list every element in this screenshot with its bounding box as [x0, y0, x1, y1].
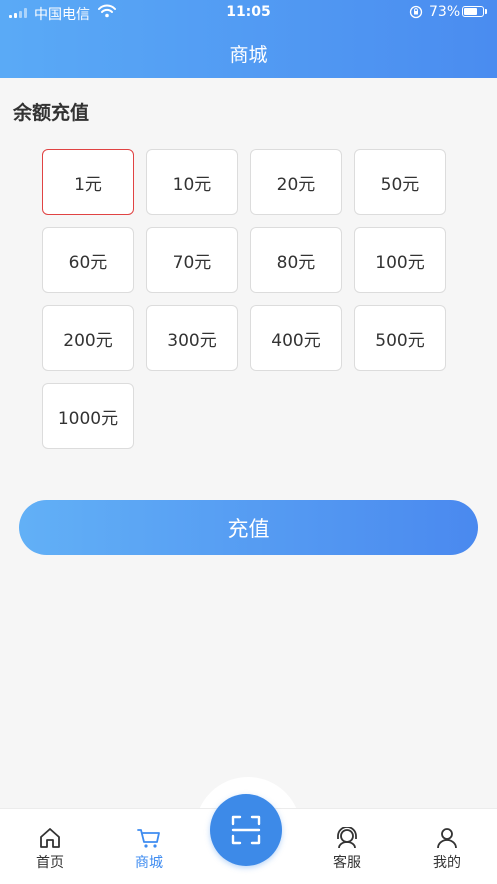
scan-button[interactable] [210, 794, 282, 866]
amount-option[interactable]: 1000元 [42, 383, 134, 449]
headset-icon [337, 827, 357, 849]
amount-option[interactable]: 300元 [146, 305, 238, 371]
tab-shop[interactable]: 商城 [99, 809, 199, 884]
page-title: 商城 [229, 44, 268, 66]
cart-icon [137, 829, 160, 848]
amount-option[interactable]: 60元 [42, 227, 134, 293]
amount-option[interactable]: 1元 [42, 149, 134, 215]
amount-option[interactable]: 80元 [250, 227, 342, 293]
battery-icon [462, 6, 484, 17]
amount-option[interactable]: 100元 [354, 227, 446, 293]
tab-home[interactable]: 首页 [0, 809, 100, 884]
home-icon [40, 828, 60, 848]
scan-icon [231, 815, 261, 845]
battery-percent: 73% [429, 4, 461, 20]
amount-option[interactable]: 200元 [42, 305, 134, 371]
tab-mine-label: 我的 [433, 855, 461, 871]
tab-service-label: 客服 [333, 855, 361, 871]
tab-mine[interactable]: 我的 [397, 809, 497, 884]
amount-option[interactable]: 10元 [146, 149, 238, 215]
amount-option[interactable]: 70元 [146, 227, 238, 293]
amount-option[interactable]: 20元 [250, 149, 342, 215]
recharge-button[interactable]: 充值 [19, 500, 478, 555]
amount-grid: 1元 10元 20元 50元 60元 70元 80元 100元 200元 300元 400元 500元… [42, 149, 447, 449]
tab-home-label: 首页 [36, 855, 64, 871]
amount-option[interactable]: 400元 [250, 305, 342, 371]
amount-option[interactable]: 50元 [354, 149, 446, 215]
status-bar: 中国电信 11:05 73% [0, 0, 497, 26]
header-bar: 中国电信 11:05 73% 商城 [0, 0, 497, 78]
user-icon [437, 828, 457, 849]
amount-option[interactable]: 500元 [354, 305, 446, 371]
section-title: 余额充值 [13, 102, 90, 124]
battery-tip [485, 9, 487, 14]
tab-shop-label: 商城 [135, 855, 163, 871]
orientation-lock-icon [409, 5, 423, 19]
tab-service[interactable]: 客服 [297, 809, 397, 884]
